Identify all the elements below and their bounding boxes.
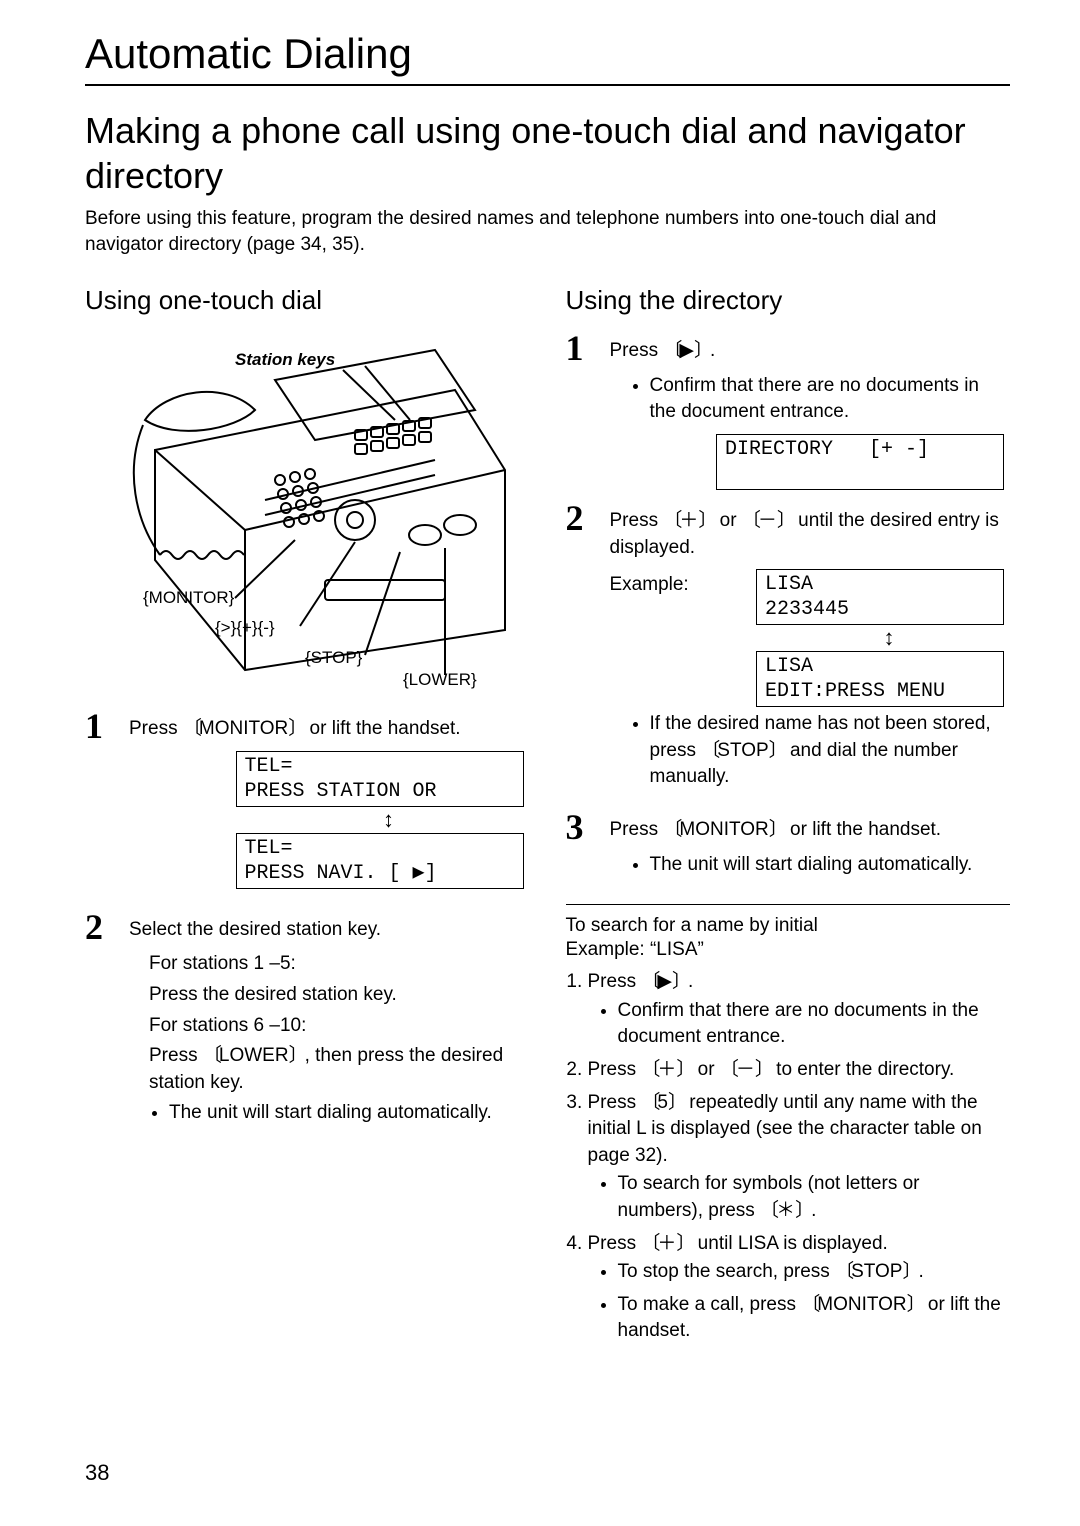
bullet: Confirm that there are no documents in t…	[618, 998, 1011, 1051]
search-heading: To search for a name by initial	[566, 915, 1011, 937]
bullet: To search for symbols (not letters or nu…	[618, 1171, 1011, 1224]
label-monitor: {MONITOR}	[143, 588, 234, 608]
monitor-key: MONITOR	[801, 1294, 922, 1315]
search-step-2: Press ＋ or － to enter the directory.	[588, 1057, 1011, 1084]
bullet: The unit will start dialing automaticall…	[169, 1100, 530, 1127]
chapter-title: Automatic Dialing	[85, 30, 1010, 86]
text: To stop the search, press	[618, 1261, 836, 1282]
text: Press	[610, 510, 664, 531]
left-column: Using one-touch dial	[85, 285, 530, 1351]
stations-1-5-label: For stations 1 –5:	[149, 951, 530, 978]
text: .	[811, 1200, 816, 1221]
lower-key: LOWER	[203, 1045, 305, 1066]
lcd-display: DIRECTORY [+ -]	[716, 434, 1004, 490]
right-arrow-key: ▶	[663, 340, 710, 361]
search-step-3: Press 5 repeatedly until any name with t…	[588, 1090, 1011, 1225]
manual-page: Automatic Dialing Making a phone call us…	[0, 0, 1080, 1526]
left-heading: Using one-touch dial	[85, 285, 530, 316]
bullet: To stop the search, press STOP.	[618, 1259, 1011, 1286]
updown-arrow-icon: ↕	[774, 627, 1004, 649]
text: Press	[129, 718, 183, 739]
text: .	[710, 340, 715, 361]
text: Press	[588, 1233, 642, 1254]
left-step-2: 2 Select the desired station key. For st…	[85, 909, 530, 1135]
digit-5-key: 5	[641, 1092, 684, 1113]
label-nav-keys: {>}{+}{-}	[215, 618, 275, 638]
text: Press	[588, 1092, 642, 1113]
text: Press	[610, 340, 664, 361]
step-number: 3	[566, 809, 610, 886]
separator	[566, 904, 1011, 905]
minus-key: －	[720, 1059, 771, 1080]
stop-key: STOP	[835, 1261, 918, 1282]
monitor-key: MONITOR	[183, 718, 304, 739]
label-stop: {STOP}	[305, 648, 362, 668]
text: .	[918, 1261, 923, 1282]
search-steps: Press ▶. Confirm that there are no docum…	[566, 969, 1011, 1345]
search-example: Example: “LISA”	[566, 939, 1011, 961]
two-column-layout: Using one-touch dial	[85, 285, 1010, 1351]
lcd-display: TEL= PRESS NAVI. [ ▶]	[236, 833, 524, 889]
intro-text: Before using this feature, program the d…	[85, 206, 1010, 257]
page-number: 38	[85, 1460, 109, 1486]
label-lower: {LOWER}	[403, 670, 477, 690]
text: Press	[610, 819, 664, 840]
bullet: The unit will start dialing automaticall…	[650, 852, 1011, 879]
stop-key: STOP	[701, 740, 784, 761]
bullet: Confirm that there are no documents in t…	[650, 373, 1011, 426]
text: To make a call, press	[618, 1294, 802, 1315]
text: or lift the handset.	[304, 718, 460, 739]
right-column: Using the directory 1 Press ▶. Confirm t…	[566, 285, 1011, 1351]
lcd-display: TEL= PRESS STATION OR	[236, 751, 524, 807]
right-heading: Using the directory	[566, 285, 1011, 316]
step-number: 2	[566, 500, 610, 799]
asterisk-key: ＊	[760, 1200, 811, 1221]
text: Press	[588, 1059, 642, 1080]
text: or lift the handset.	[785, 819, 941, 840]
right-arrow-key: ▶	[641, 971, 688, 992]
updown-arrow-icon: ↕	[254, 809, 524, 831]
monitor-key: MONITOR	[663, 819, 784, 840]
step-number: 2	[85, 909, 129, 1135]
bullet: If the desired name has not been stored,…	[650, 711, 1011, 791]
page-title: Making a phone call using one-touch dial…	[85, 108, 1010, 198]
label-station-keys: Station keys	[235, 350, 335, 370]
plus-key: ＋	[641, 1059, 692, 1080]
fax-illustration	[105, 330, 525, 700]
fax-machine-diagram: Station keys {MONITOR} {>}{+}{-} {STOP} …	[105, 330, 525, 700]
example-label: Example:	[610, 569, 689, 599]
step-number: 1	[85, 708, 129, 899]
text: Press	[149, 1045, 203, 1066]
text: Select the desired station key.	[129, 917, 530, 944]
right-step-1: 1 Press ▶. Confirm that there are no doc…	[566, 330, 1011, 490]
text: Press	[588, 971, 642, 992]
left-step-1: 1 Press MONITOR or lift the handset. TEL…	[85, 708, 530, 899]
right-step-3: 3 Press MONITOR or lift the handset. The…	[566, 809, 1011, 886]
text: to enter the directory.	[771, 1059, 954, 1080]
right-step-2: 2 Press ＋ or － until the desired entry i…	[566, 500, 1011, 799]
text: Press the desired station key.	[149, 982, 530, 1009]
search-step-4: Press ＋ until LISA is displayed. To stop…	[588, 1231, 1011, 1345]
plus-key: ＋	[641, 1233, 692, 1254]
search-step-1: Press ▶. Confirm that there are no docum…	[588, 969, 1011, 1051]
text: .	[688, 971, 693, 992]
stations-6-10-label: For stations 6 –10:	[149, 1013, 530, 1040]
bullet: To make a call, press MONITOR or lift th…	[618, 1292, 1011, 1345]
lcd-display: LISA EDIT:PRESS MENU	[756, 651, 1004, 707]
minus-key: －	[742, 510, 793, 531]
step-number: 1	[566, 330, 610, 490]
plus-key: ＋	[663, 510, 714, 531]
lcd-display: LISA 2233445	[756, 569, 1004, 625]
text: or	[692, 1059, 719, 1080]
text: until LISA is displayed.	[692, 1233, 887, 1254]
text: or	[714, 510, 741, 531]
